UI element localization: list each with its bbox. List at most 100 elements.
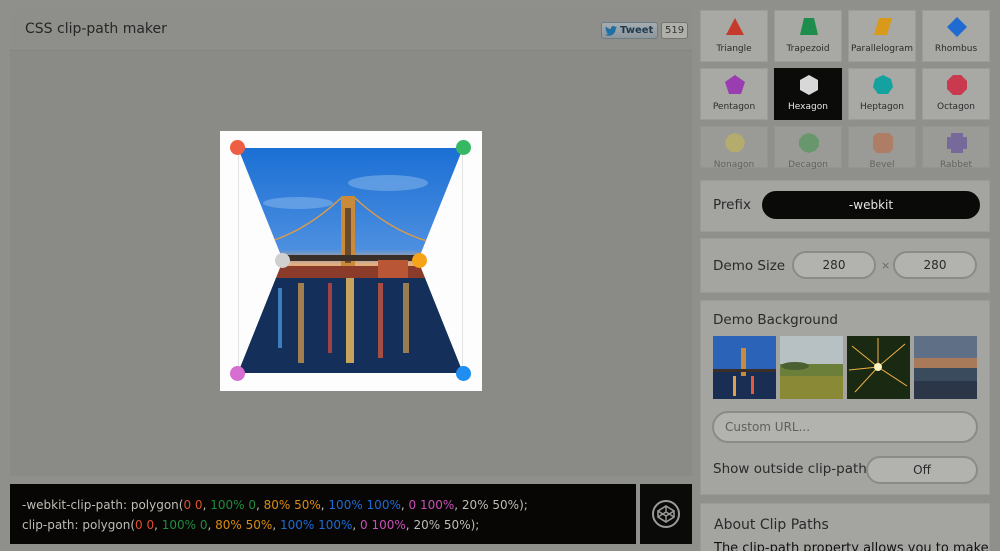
shape-button-octagon[interactable]: Octagon — [922, 68, 990, 120]
decagon-icon — [799, 133, 819, 153]
background-thumb-beach[interactable] — [914, 336, 977, 399]
shape-label: Trapezoid — [786, 44, 830, 54]
clip-demo-area — [220, 131, 482, 391]
show-outside-toggle[interactable]: Off — [866, 456, 978, 484]
handle-bottom-left[interactable] — [230, 366, 245, 381]
code-fn: polygon( — [130, 498, 184, 512]
handle-top-right[interactable] — [456, 140, 471, 155]
shape-label: Triangle — [716, 44, 752, 54]
bevel-icon — [873, 133, 893, 153]
rhombus-icon — [947, 17, 967, 37]
code-property: clip-path: — [22, 518, 83, 532]
code-line-standard: clip-path: polygon(0 0, 100% 0, 80% 50%,… — [22, 515, 624, 535]
shape-label: Hexagon — [788, 102, 828, 112]
code-point-1: 0 0 — [135, 518, 155, 532]
demo-background-panel: Demo Background Custom URL... Show outsi… — [700, 300, 990, 495]
shape-button-hexagon[interactable]: Hexagon — [774, 68, 842, 120]
shape-label: Rhombus — [934, 44, 978, 54]
shape-button-decagon[interactable]: Decagon — [774, 126, 842, 170]
code-point-2: 100% 0 — [161, 518, 208, 532]
code-point-4: 100% 100% — [328, 498, 401, 512]
code-point-5: 0 100% — [408, 498, 455, 512]
shape-label: Nonagon — [713, 160, 755, 170]
codepen-icon — [652, 500, 680, 528]
tweet-button[interactable]: Tweet — [601, 22, 658, 39]
demo-background-label: Demo Background — [713, 312, 838, 328]
nonagon-icon — [725, 133, 745, 152]
code-line-webkit: -webkit-clip-path: polygon(0 0, 100% 0, … — [22, 495, 624, 515]
shape-label: Bevel — [869, 160, 895, 170]
background-thumb-sparkler[interactable] — [847, 336, 910, 399]
code-point-6: 20% 50% — [413, 518, 471, 532]
code-point-5: 0 100% — [360, 518, 406, 532]
demo-width-input[interactable]: 280 — [792, 251, 876, 279]
demo-height-input[interactable]: 280 — [893, 251, 977, 279]
code-sep: , — [400, 498, 409, 512]
codepen-button[interactable] — [640, 484, 692, 544]
parallelogram-icon — [874, 18, 892, 35]
about-title: About Clip Paths — [714, 517, 829, 533]
demo-size-label: Demo Size — [713, 258, 786, 274]
shape-label: Heptagon — [860, 102, 904, 112]
code-sep: , — [272, 518, 280, 532]
demo-size-panel: Demo Size 280 × 280 — [700, 238, 990, 293]
hexagon-icon — [800, 75, 818, 95]
custom-url-placeholder: Custom URL... — [725, 420, 811, 434]
about-text: The clip-path property allows you to mak… — [714, 541, 989, 551]
shape-button-rabbet[interactable]: Rabbet — [922, 126, 990, 170]
octagon-icon — [947, 75, 967, 95]
shape-label: Parallelogram — [851, 44, 913, 54]
shape-button-nonagon[interactable]: Nonagon — [700, 126, 768, 170]
trapezoid-icon — [800, 18, 818, 35]
code-sep: , — [154, 518, 162, 532]
code-property: -webkit-clip-path: — [22, 498, 131, 512]
times-separator: × — [881, 259, 891, 272]
code-point-2: 100% 0 — [210, 498, 256, 512]
triangle-icon — [726, 18, 744, 35]
handle-middle-left[interactable] — [275, 253, 290, 268]
about-panel: About Clip Paths The clip-path property … — [700, 503, 990, 551]
code-point-4: 100% 100% — [279, 518, 353, 532]
tweet-label: Tweet — [620, 25, 654, 36]
shape-label: Pentagon — [712, 102, 756, 112]
code-fn: polygon( — [82, 518, 135, 532]
shape-button-rhombus[interactable]: Rhombus — [922, 10, 990, 62]
pentagon-icon — [725, 75, 745, 94]
custom-url-input[interactable]: Custom URL... — [712, 411, 978, 443]
show-outside-label: Show outside clip-path — [713, 461, 867, 477]
code-fn-close: ); — [519, 498, 528, 512]
editor-header: CSS clip-path maker Tweet 519 — [10, 10, 692, 51]
prefix-label: Prefix — [713, 197, 751, 213]
code-point-1: 0 0 — [183, 498, 203, 512]
background-thumb-bridge[interactable] — [713, 336, 776, 399]
rabbet-icon — [947, 133, 967, 153]
twitter-bird-icon — [605, 25, 617, 36]
shape-button-trapezoid[interactable]: Trapezoid — [774, 10, 842, 62]
shape-button-bevel[interactable]: Bevel — [848, 126, 916, 170]
shape-button-triangle[interactable]: Triangle — [700, 10, 768, 62]
clip-path-code-output[interactable]: -webkit-clip-path: polygon(0 0, 100% 0, … — [10, 484, 636, 544]
shape-button-heptagon[interactable]: Heptagon — [848, 68, 916, 120]
code-point-6: 20% 50% — [461, 498, 520, 512]
handle-bottom-right[interactable] — [456, 366, 471, 381]
code-sep: , — [255, 498, 264, 512]
heptagon-icon — [873, 75, 893, 94]
shape-label: Rabbet — [939, 160, 973, 170]
code-sep: , — [454, 498, 462, 512]
code-sep: , — [207, 518, 216, 532]
handle-top-left[interactable] — [230, 140, 245, 155]
shape-label: Decagon — [788, 160, 828, 170]
shape-button-pentagon[interactable]: Pentagon — [700, 68, 768, 120]
prefix-select[interactable]: -webkit — [762, 191, 980, 219]
shape-button-parallelogram[interactable]: Parallelogram — [848, 10, 916, 62]
tweet-count: 519 — [661, 22, 689, 39]
code-point-3: 80% 50% — [263, 498, 321, 512]
shape-label: Octagon — [937, 102, 975, 112]
code-point-3: 80% 50% — [215, 518, 273, 532]
app-title: CSS clip-path maker — [25, 21, 167, 37]
code-fn-close: ); — [470, 518, 480, 532]
clipped-demo-image — [238, 148, 463, 373]
background-thumb-field[interactable] — [780, 336, 843, 399]
handle-middle-right[interactable] — [412, 253, 427, 268]
editor-panel: CSS clip-path maker Tweet 519 — [10, 10, 692, 476]
